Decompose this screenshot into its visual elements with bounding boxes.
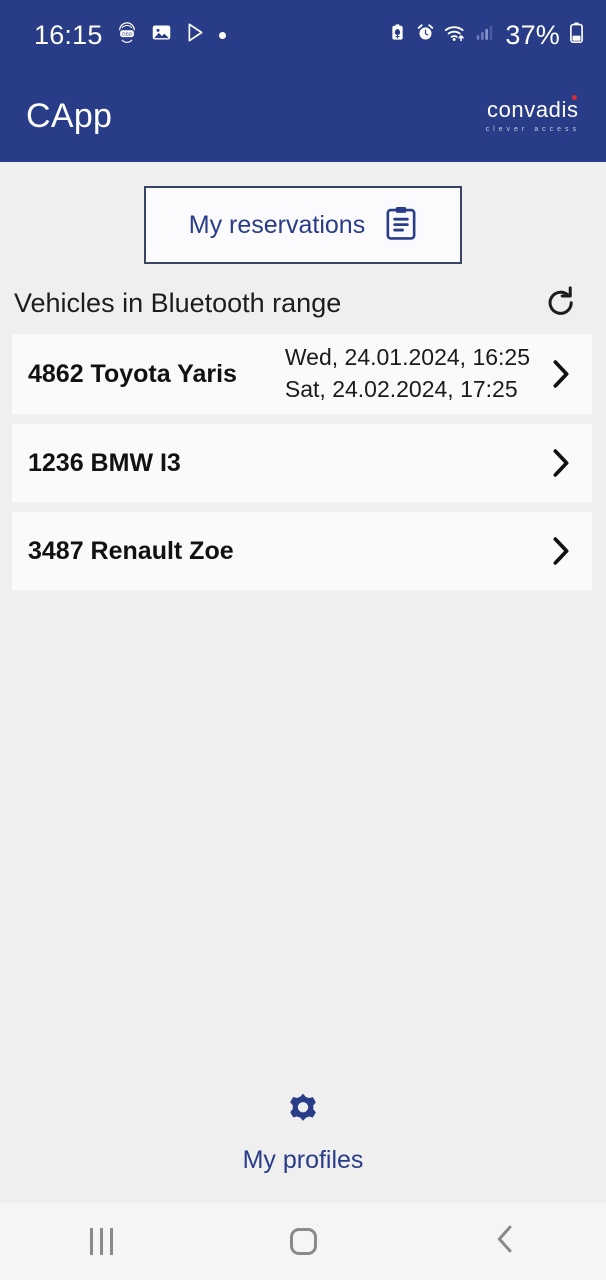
vehicle-name: 4862 Toyota Yaris <box>28 359 237 388</box>
signal-icon <box>475 23 494 47</box>
gear-icon <box>283 1091 323 1136</box>
my-profiles-label: My profiles <box>242 1146 364 1174</box>
battery-percent-label: 37% <box>505 19 560 50</box>
recents-button[interactable] <box>0 1228 202 1255</box>
vehicle-date-from: Wed, 24.01.2024, 16:25 <box>284 344 530 371</box>
recents-icon <box>89 1228 113 1255</box>
main-content: My reservations Vehicles in Bluetooth ra… <box>0 162 606 1203</box>
logo-word-text: convadis <box>486 97 579 122</box>
vehicle-dates: Wed, 24.01.2024, 16:25 Sat, 24.02.2024, … <box>285 342 550 405</box>
section-title: Vehicles in Bluetooth range <box>14 287 342 318</box>
my-profiles-button[interactable]: My profiles <box>0 1091 606 1203</box>
vehicle-name: 3487 Renault Zoe <box>28 536 234 565</box>
wifi-icon <box>444 23 466 47</box>
app-title: CApp <box>26 96 113 135</box>
convadis-logo: convadis clever access <box>485 95 584 133</box>
battery-saver-icon <box>388 23 407 47</box>
logo-wordmark: convadis <box>486 95 579 122</box>
clipboard-icon <box>385 206 417 245</box>
my-reservations-label: My reservations <box>188 210 366 239</box>
status-bar-right: 37% <box>388 20 584 51</box>
phone-screen: 16:15 OBD 37% CApp convadis clever acces… <box>0 0 606 1280</box>
chevron-right-icon[interactable] <box>550 536 572 566</box>
android-nav-bar <box>0 1203 606 1280</box>
my-reservations-button[interactable]: My reservations <box>144 186 462 264</box>
home-button[interactable] <box>202 1228 404 1255</box>
vehicle-name: 1236 BMW I3 <box>28 448 181 477</box>
chevron-right-icon[interactable] <box>550 448 572 478</box>
alarm-icon <box>416 23 435 47</box>
table-row[interactable]: 3487 Renault Zoe <box>12 512 592 590</box>
refresh-icon[interactable] <box>544 286 578 320</box>
chevron-right-icon[interactable] <box>550 359 572 389</box>
svg-text:OBD: OBD <box>121 31 132 37</box>
battery-icon <box>569 22 584 48</box>
status-bar: 16:15 OBD 37% <box>0 0 606 70</box>
section-header: Vehicles in Bluetooth range <box>0 264 606 334</box>
image-icon <box>151 22 172 48</box>
back-button[interactable] <box>404 1224 606 1259</box>
table-row[interactable]: 1236 BMW I3 <box>12 424 592 502</box>
logo-dot-icon <box>571 95 577 100</box>
status-bar-clock: 16:15 <box>34 19 103 50</box>
dot-icon <box>218 31 226 39</box>
play-store-icon <box>185 22 206 48</box>
reservations-button-wrap: My reservations <box>0 162 606 264</box>
obd-icon: OBD <box>116 21 138 49</box>
home-icon <box>289 1228 317 1255</box>
vehicle-date-to: Sat, 24.02.2024, 17:25 <box>284 376 518 402</box>
app-bar: CApp convadis clever access <box>0 70 606 162</box>
status-bar-left: 16:15 OBD <box>34 20 226 51</box>
logo-tagline: clever access <box>485 126 580 133</box>
vehicle-list: 4862 Toyota Yaris Wed, 24.01.2024, 16:25… <box>0 334 606 590</box>
table-row[interactable]: 4862 Toyota Yaris Wed, 24.01.2024, 16:25… <box>12 334 592 414</box>
back-icon <box>494 1224 516 1259</box>
